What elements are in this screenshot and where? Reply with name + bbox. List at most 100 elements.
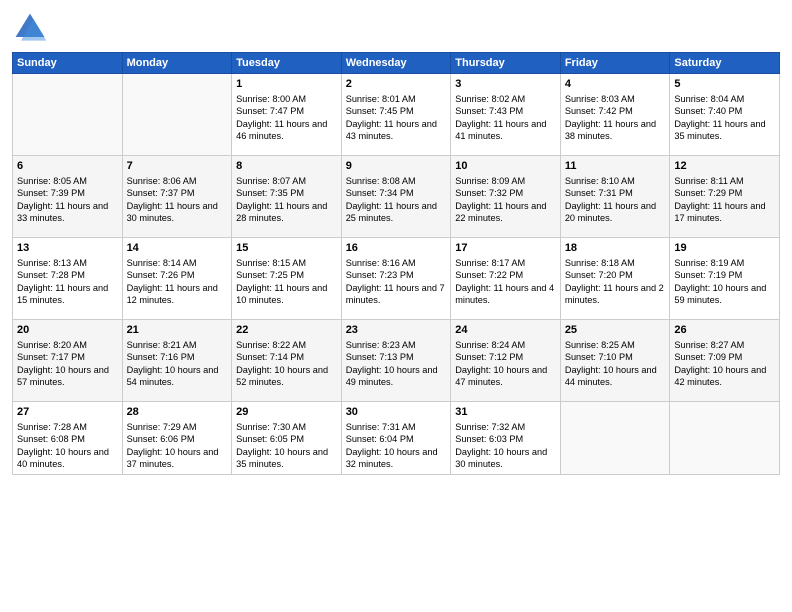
sunrise: Sunrise: 8:14 AM <box>127 258 197 268</box>
sunset: Sunset: 6:04 PM <box>346 434 414 444</box>
sunset: Sunset: 7:12 PM <box>455 352 523 362</box>
calendar-cell: 8Sunrise: 8:07 AMSunset: 7:35 PMDaylight… <box>232 156 342 238</box>
sunset: Sunset: 7:39 PM <box>17 188 85 198</box>
sunset: Sunset: 7:19 PM <box>674 270 742 280</box>
day-number: 5 <box>674 77 775 92</box>
sunrise: Sunrise: 8:23 AM <box>346 340 416 350</box>
sunset: Sunset: 7:16 PM <box>127 352 195 362</box>
sunset: Sunset: 7:37 PM <box>127 188 195 198</box>
calendar-cell: 19Sunrise: 8:19 AMSunset: 7:19 PMDayligh… <box>670 238 780 320</box>
sunset: Sunset: 7:20 PM <box>565 270 633 280</box>
calendar-cell: 17 Sunrise: 8:17 AM Sunset: 7:22 PM Dayligh… <box>451 238 561 320</box>
daylight: Daylight: 11 hours and 30 minutes. <box>127 201 218 223</box>
calendar-cell <box>670 402 780 475</box>
sunrise: Sunrise: 8:02 AM <box>455 94 525 104</box>
day-number: 7 <box>127 159 228 174</box>
sunset: Sunset: 7:22 PM <box>455 270 523 280</box>
sunrise: Sunrise: 7:29 AM <box>127 422 197 432</box>
day-number: 2 <box>346 77 447 92</box>
logo-icon <box>12 10 48 46</box>
sunset: Sunset: 7:40 PM <box>674 106 742 116</box>
sunset: Sunset: 7:25 PM <box>236 270 304 280</box>
calendar-week: 13 Sunrise: 8:13 AM Sunset: 7:28 PM Dayligh… <box>13 238 780 320</box>
day-number: 19 <box>674 241 775 256</box>
sunset: Sunset: 7:43 PM <box>455 106 523 116</box>
weekday-header: Tuesday <box>232 53 342 74</box>
sunset: Sunset: 7:26 PM <box>127 270 195 280</box>
sunrise: Sunrise: 8:17 AM <box>455 258 525 268</box>
weekday-header: Friday <box>560 53 670 74</box>
daylight: Daylight: 11 hours and 38 minutes. <box>565 119 656 141</box>
calendar-cell: 24Sunrise: 8:24 AMSunset: 7:12 PMDayligh… <box>451 320 561 402</box>
sunrise: Sunrise: 8:16 AM <box>346 258 416 268</box>
sunrise: Sunrise: 8:09 AM <box>455 176 525 186</box>
day-number: 15 <box>236 241 337 256</box>
sunrise: Sunrise: 8:01 AM <box>346 94 416 104</box>
day-number: 22 <box>236 323 337 338</box>
sunset: Sunset: 7:13 PM <box>346 352 414 362</box>
sunrise: Sunrise: 8:11 AM <box>674 176 743 186</box>
daylight: Daylight: 11 hours and 35 minutes. <box>674 119 765 141</box>
calendar-body: 1Sunrise: 8:00 AMSunset: 7:47 PMDaylight… <box>13 74 780 475</box>
daylight: Daylight: 11 hours and 7 minutes. <box>346 283 445 305</box>
daylight: Daylight: 10 hours and 52 minutes. <box>236 365 328 387</box>
sunset: Sunset: 7:09 PM <box>674 352 742 362</box>
calendar-cell: 31Sunrise: 7:32 AMSunset: 6:03 PMDayligh… <box>451 402 561 475</box>
sunrise: Sunrise: 8:04 AM <box>674 94 744 104</box>
daylight: Daylight: 10 hours and 35 minutes. <box>236 447 328 469</box>
calendar-cell: 27Sunrise: 7:28 AMSunset: 6:08 PMDayligh… <box>13 402 123 475</box>
calendar-cell: 30Sunrise: 7:31 AMSunset: 6:04 PMDayligh… <box>341 402 451 475</box>
calendar-cell: 11Sunrise: 8:10 AMSunset: 7:31 PMDayligh… <box>560 156 670 238</box>
calendar-cell: 2Sunrise: 8:01 AMSunset: 7:45 PMDaylight… <box>341 74 451 156</box>
calendar-cell: 13Sunrise: 8:13 AMSunset: 7:28 PMDayligh… <box>13 238 123 320</box>
day-number: 6 <box>17 159 118 174</box>
calendar-cell <box>122 74 232 156</box>
daylight: Daylight: 11 hours and 22 minutes. <box>455 201 546 223</box>
sunrise: Sunrise: 8:07 AM <box>236 176 306 186</box>
calendar-cell: 4Sunrise: 8:03 AMSunset: 7:42 PMDaylight… <box>560 74 670 156</box>
sunrise: Sunrise: 8:13 AM <box>17 258 87 268</box>
sunrise: Sunrise: 8:06 AM <box>127 176 197 186</box>
day-number: 11 <box>565 159 666 174</box>
day-number: 17 <box>455 241 556 256</box>
day-number: 23 <box>346 323 447 338</box>
calendar-cell: 14Sunrise: 8:14 AMSunset: 7:26 PMDayligh… <box>122 238 232 320</box>
day-number: 27 <box>17 405 118 420</box>
sunset: Sunset: 7:14 PM <box>236 352 304 362</box>
sunset: Sunset: 7:45 PM <box>346 106 414 116</box>
calendar-cell: 7 Sunrise: 8:06 AM Sunset: 7:37 PM Daylight… <box>122 156 232 238</box>
calendar-cell: 1Sunrise: 8:00 AMSunset: 7:47 PMDaylight… <box>232 74 342 156</box>
day-number: 3 <box>455 77 556 92</box>
day-number: 4 <box>565 77 666 92</box>
calendar-cell: 15Sunrise: 8:15 AMSunset: 7:25 PMDayligh… <box>232 238 342 320</box>
calendar-cell <box>560 402 670 475</box>
calendar-cell: 3Sunrise: 8:02 AMSunset: 7:43 PMDaylight… <box>451 74 561 156</box>
calendar-cell: 9Sunrise: 8:08 AMSunset: 7:34 PMDaylight… <box>341 156 451 238</box>
daylight: Daylight: 10 hours and 47 minutes. <box>455 365 547 387</box>
sunset: Sunset: 7:29 PM <box>674 188 742 198</box>
sunrise: Sunrise: 7:30 AM <box>236 422 306 432</box>
daylight: Daylight: 10 hours and 42 minutes. <box>674 365 766 387</box>
page: SundayMondayTuesdayWednesdayThursdayFrid… <box>0 0 792 612</box>
sunset: Sunset: 7:35 PM <box>236 188 304 198</box>
sunset: Sunset: 7:28 PM <box>17 270 85 280</box>
weekday-header: Monday <box>122 53 232 74</box>
sunset: Sunset: 7:23 PM <box>346 270 414 280</box>
day-number: 21 <box>127 323 228 338</box>
day-number: 26 <box>674 323 775 338</box>
day-number: 16 <box>346 241 447 256</box>
day-number: 25 <box>565 323 666 338</box>
sunset: Sunset: 7:47 PM <box>236 106 304 116</box>
daylight: Daylight: 10 hours and 40 minutes. <box>17 447 109 469</box>
calendar-cell: 5 Sunrise: 8:04 AM Sunset: 7:40 PM Daylight… <box>670 74 780 156</box>
sunset: Sunset: 7:10 PM <box>565 352 633 362</box>
daylight: Daylight: 11 hours and 25 minutes. <box>346 201 437 223</box>
sunset: Sunset: 6:06 PM <box>127 434 195 444</box>
daylight: Daylight: 10 hours and 30 minutes. <box>455 447 547 469</box>
daylight: Daylight: 11 hours and 4 minutes. <box>455 283 554 305</box>
day-number: 31 <box>455 405 556 420</box>
day-number: 13 <box>17 241 118 256</box>
sunrise: Sunrise: 8:08 AM <box>346 176 416 186</box>
sunrise: Sunrise: 8:21 AM <box>127 340 197 350</box>
sunset: Sunset: 6:03 PM <box>455 434 523 444</box>
